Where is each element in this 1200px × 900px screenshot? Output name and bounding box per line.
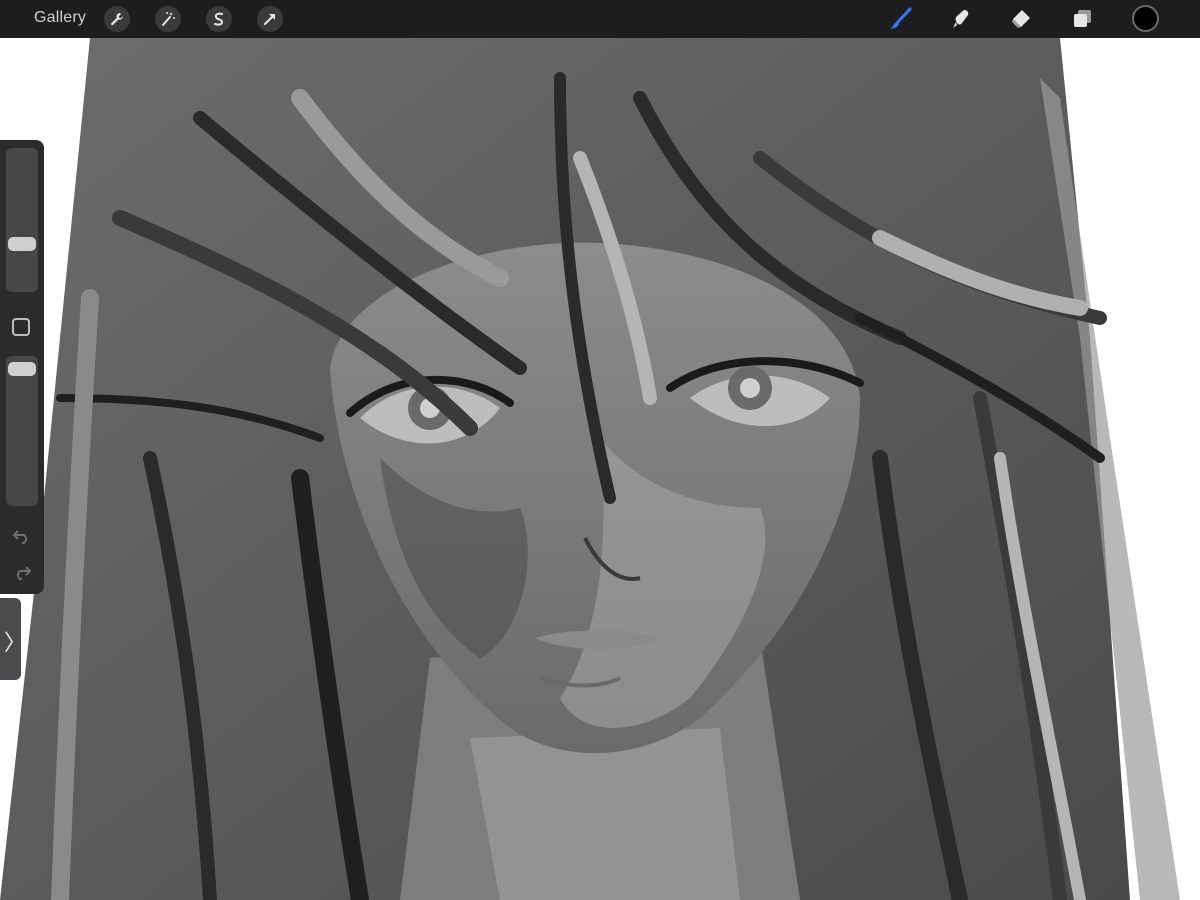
top-toolbar: Gallery — [0, 0, 1200, 38]
opacity-slider[interactable] — [6, 356, 38, 506]
eraser-icon[interactable] — [1008, 6, 1034, 32]
artwork-illustration — [0, 38, 1200, 900]
left-sidebar — [0, 140, 44, 594]
drawing-canvas[interactable] — [0, 38, 1200, 900]
chevron-right-icon: 〉 — [4, 630, 27, 655]
brush-icon[interactable] — [888, 6, 914, 32]
magic-wand-icon[interactable] — [155, 6, 181, 32]
brush-size-slider[interactable] — [6, 148, 38, 292]
color-swatch[interactable] — [1132, 5, 1159, 32]
layers-icon[interactable] — [1070, 6, 1096, 32]
smudge-icon[interactable] — [948, 6, 974, 32]
procreate-app: Gallery 〉 — [0, 0, 1200, 900]
selection-icon[interactable] — [206, 6, 232, 32]
gallery-button[interactable]: Gallery — [34, 9, 86, 27]
transform-arrow-icon[interactable] — [257, 6, 283, 32]
wrench-icon[interactable] — [104, 6, 130, 32]
redo-icon[interactable] — [12, 564, 32, 580]
modify-square-icon[interactable] — [12, 318, 30, 336]
expand-tab[interactable]: 〉 — [0, 598, 26, 680]
undo-icon[interactable] — [12, 528, 32, 544]
opacity-knob[interactable] — [8, 362, 36, 376]
brush-size-knob[interactable] — [8, 237, 36, 251]
